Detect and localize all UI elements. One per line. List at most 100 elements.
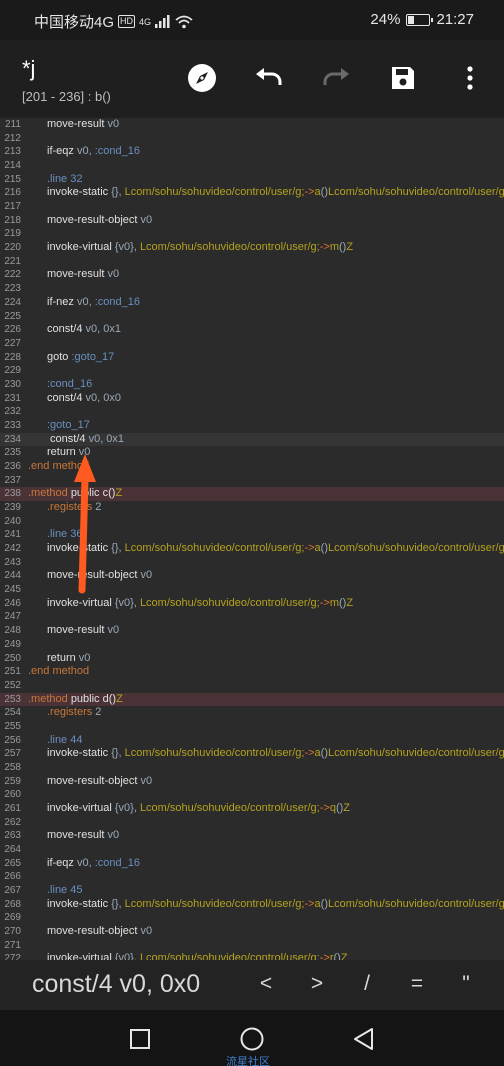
code-editor[interactable]: 211 move-result v0 212 213 if-eqz v0, :cond_… <box>0 118 504 960</box>
code-token: Z <box>340 952 348 960</box>
code-line[interactable]: 223 <box>0 282 504 296</box>
code-line[interactable]: 264 <box>0 843 504 857</box>
code-text: invoke-static {}, Lcom/sohu/sohuvideo/co… <box>47 186 504 200</box>
code-line[interactable]: 228 goto :goto_17 <box>0 351 504 365</box>
code-token: -> <box>319 952 330 960</box>
code-line[interactable]: 216 invoke-static {}, Lcom/sohu/sohuvideo… <box>0 186 504 200</box>
code-line[interactable]: 211 move-result v0 <box>0 118 504 132</box>
code-line[interactable]: 265 if-eqz v0, :cond_16 <box>0 857 504 871</box>
code-line[interactable]: 225 <box>0 310 504 324</box>
compass-icon <box>188 64 216 92</box>
code-line[interactable]: 263 move-result v0 <box>0 829 504 843</box>
code-line[interactable]: 214 <box>0 159 504 173</box>
recents-button[interactable] <box>127 1026 153 1052</box>
code-token: Lcom/sohu/sohuvideo/control/user/g; <box>124 747 305 760</box>
code-line[interactable]: 212 <box>0 132 504 146</box>
code-token: Lcom/sohu/sohuvideo/control/user/g; <box>139 596 320 609</box>
key-less-than[interactable]: < <box>251 972 281 996</box>
save-button[interactable] <box>385 60 421 96</box>
code-line[interactable]: 259 move-result-object v0 <box>0 775 504 789</box>
code-line[interactable]: 236 .end method <box>0 460 504 474</box>
code-token: {}, <box>111 186 125 199</box>
code-line[interactable]: 235 return v0 <box>0 446 504 460</box>
code-line[interactable]: 227 <box>0 337 504 351</box>
code-line[interactable]: 269 <box>0 911 504 925</box>
code-line[interactable]: 267 .line 45 <box>0 884 504 898</box>
key-equals[interactable]: = <box>402 972 432 996</box>
code-line[interactable]: 247 <box>0 610 504 624</box>
code-line[interactable]: 268 invoke-static {}, Lcom/sohu/sohuvideo… <box>0 898 504 912</box>
code-line[interactable]: 256 .line 44 <box>0 734 504 748</box>
code-line[interactable]: 262 <box>0 816 504 830</box>
code-line[interactable]: 240 <box>0 515 504 529</box>
battery-percent: 24% <box>370 11 401 28</box>
clock: 21:27 <box>436 11 474 28</box>
code-line[interactable]: 226 const/4 v0, 0x1 <box>0 323 504 337</box>
code-line[interactable]: 251 .end method <box>0 665 504 679</box>
code-line[interactable]: 231 const/4 v0, 0x0 <box>0 392 504 406</box>
code-token: Lcom/sohu/sohuvideo/control/user/g; <box>328 542 504 555</box>
code-line[interactable]: 248 move-result v0 <box>0 624 504 638</box>
code-token: v0, 0x1 <box>85 323 121 336</box>
key-slash[interactable]: / <box>352 972 382 996</box>
code-token: move-result-object <box>47 774 141 787</box>
code-line[interactable]: 220 invoke-virtual {v0}, Lcom/sohu/sohuvi… <box>0 241 504 255</box>
code-line[interactable]: 230:cond_16 <box>0 378 504 392</box>
code-line[interactable]: 246 invoke-virtual {v0}, Lcom/sohu/sohuvi… <box>0 597 504 611</box>
code-line[interactable]: 218 move-result-object v0 <box>0 214 504 228</box>
code-line[interactable]: 224 if-nez v0, :cond_16 <box>0 296 504 310</box>
code-line[interactable]: 213 if-eqz v0, :cond_16 <box>0 145 504 159</box>
code-line[interactable]: 257 invoke-static {}, Lcom/sohu/sohuvideo… <box>0 747 504 761</box>
redo-button[interactable] <box>318 60 354 96</box>
code-line[interactable]: 261 invoke-virtual {v0}, Lcom/sohu/sohuvi… <box>0 802 504 816</box>
code-line[interactable]: 258 <box>0 761 504 775</box>
code-line[interactable]: 221 <box>0 255 504 269</box>
key-quote[interactable]: " <box>451 972 481 996</box>
code-line[interactable]: 219 <box>0 227 504 241</box>
line-number: 218 <box>4 214 21 226</box>
code-line[interactable]: 244 move-result-object v0 <box>0 569 504 583</box>
code-line[interactable]: 272 invoke-virtual {v0}, Lcom/sohu/sohuvi… <box>0 952 504 960</box>
code-line[interactable]: 253 .method public d()Z <box>0 692 504 707</box>
code-token: 45 <box>70 884 83 897</box>
code-line[interactable]: 250 return v0 <box>0 652 504 666</box>
code-line[interactable]: 242 invoke-static {}, Lcom/sohu/sohuvideo… <box>0 542 504 556</box>
code-line[interactable]: 215 .line 32 <box>0 173 504 187</box>
home-button[interactable] <box>239 1026 265 1052</box>
code-line[interactable]: 270 move-result-object v0 <box>0 925 504 939</box>
code-line[interactable]: 238 .method public c()Z <box>0 487 504 502</box>
code-line[interactable]: 239 .registers 2 <box>0 501 504 515</box>
key-greater-than[interactable]: > <box>302 972 332 996</box>
code-line[interactable]: 254 .registers 2 <box>0 706 504 720</box>
line-number: 258 <box>4 761 21 773</box>
code-line[interactable]: 229 <box>0 364 504 378</box>
code-line[interactable]: 260 <box>0 788 504 802</box>
code-line[interactable]: 222 move-result v0 <box>0 268 504 282</box>
code-line[interactable]: 255 <box>0 720 504 734</box>
code-token: move-result-object <box>47 213 141 226</box>
code-line[interactable]: 232 <box>0 405 504 419</box>
back-button[interactable] <box>351 1026 377 1052</box>
current-snippet[interactable]: const/4 v0, 0x0 <box>32 970 200 999</box>
compass-button[interactable] <box>184 60 220 96</box>
code-line[interactable]: 271 <box>0 939 504 953</box>
code-text: .line 32 <box>47 173 83 187</box>
code-token: public c() <box>70 487 116 500</box>
code-line[interactable]: 234 const/4 v0, 0x1 <box>0 432 504 447</box>
code-line[interactable]: 243 <box>0 556 504 570</box>
code-line[interactable]: 241 .line 36 <box>0 528 504 542</box>
code-line[interactable]: 233:goto_17 <box>0 419 504 433</box>
code-line[interactable]: 245 <box>0 583 504 597</box>
carrier-label: 中国移动4G <box>34 14 115 31</box>
code-line[interactable]: 237 <box>0 474 504 488</box>
code-line[interactable]: 249 <box>0 638 504 652</box>
code-token: v0, <box>76 295 95 308</box>
code-token: :cond_16 <box>94 856 140 869</box>
code-line[interactable]: 252 <box>0 679 504 693</box>
undo-button[interactable] <box>251 60 287 96</box>
code-line[interactable]: 266 <box>0 870 504 884</box>
code-token: if-eqz <box>47 856 77 869</box>
more-options-button[interactable] <box>452 60 488 96</box>
code-line[interactable]: 217 <box>0 200 504 214</box>
redo-icon <box>323 68 349 85</box>
